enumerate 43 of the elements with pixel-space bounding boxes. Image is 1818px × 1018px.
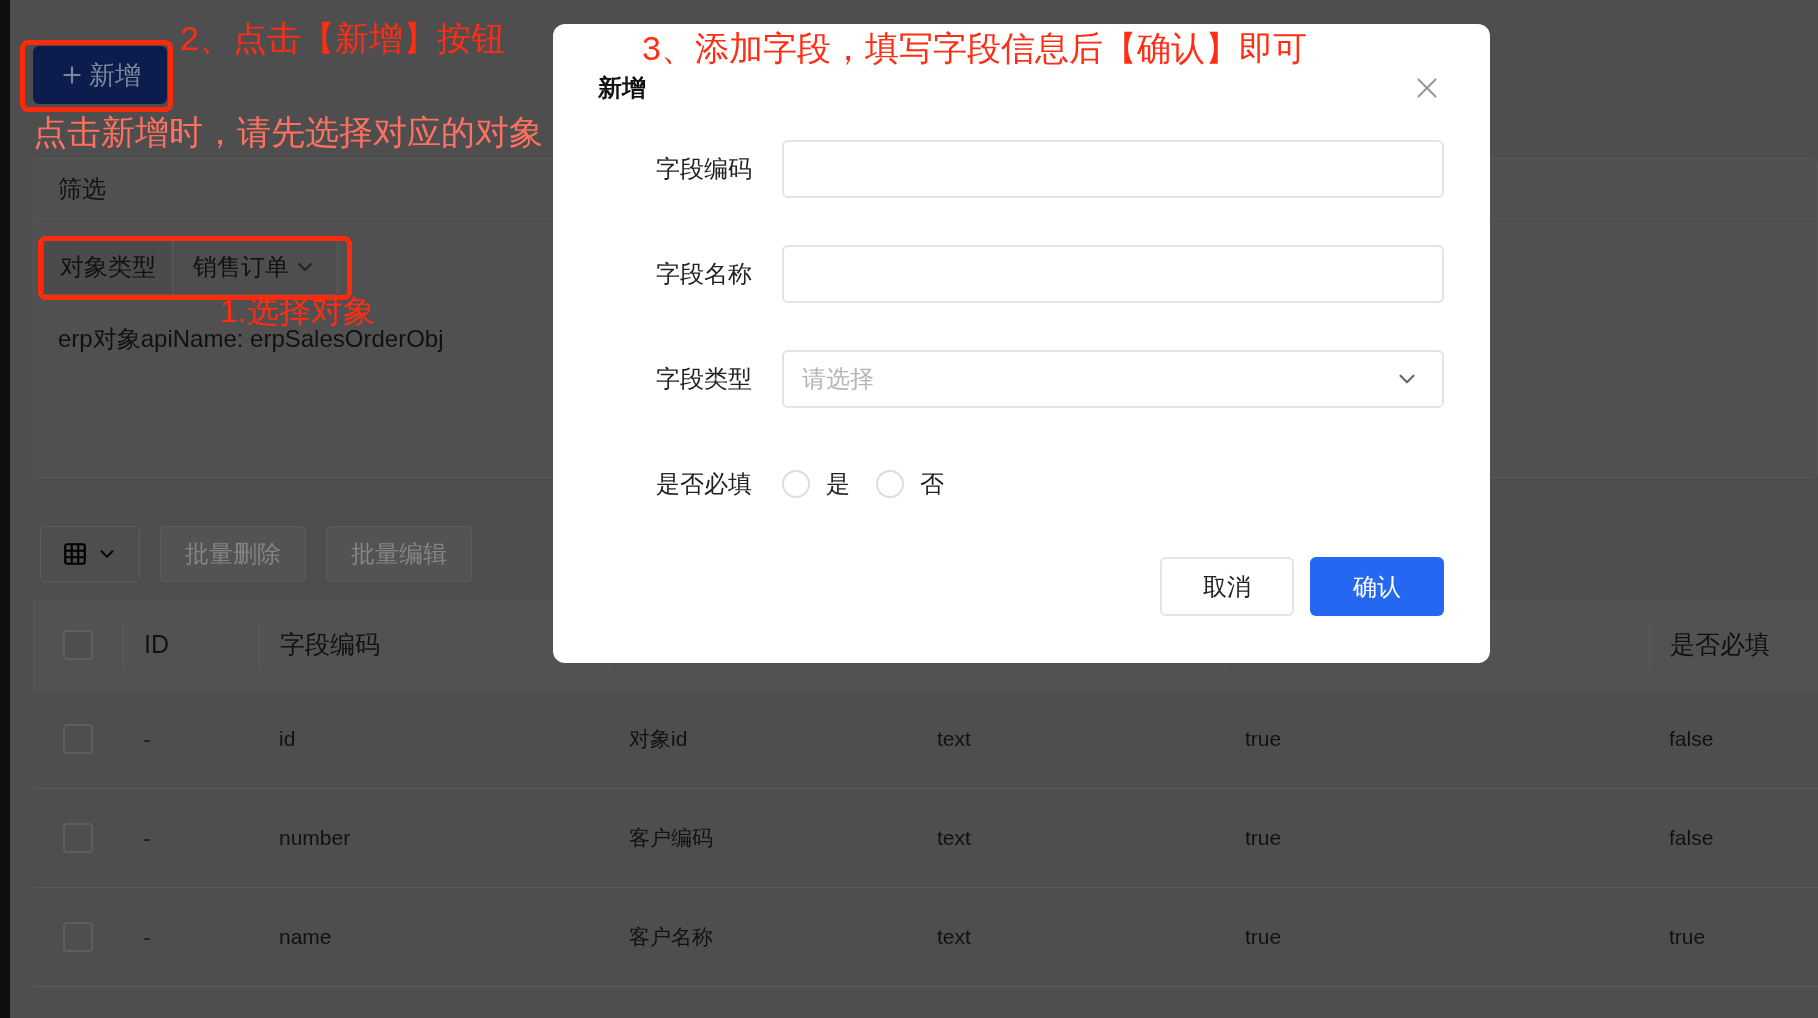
radio-option[interactable]: 是 (782, 466, 850, 502)
hint-text: 点击新增时，请先选择对应的对象 (33, 112, 543, 153)
object-type-select[interactable]: 对象类型 销售订单 (43, 239, 338, 295)
radio-button[interactable] (876, 470, 904, 498)
annotation-text: 1.选择对象 (220, 292, 375, 330)
column-header: ID (144, 629, 169, 661)
table-cell: true (1245, 826, 1282, 850)
confirm-button[interactable]: 确认 (1310, 557, 1444, 616)
column-settings-button[interactable] (40, 526, 140, 582)
annotation-text: 2、点击【新增】按钮 (180, 18, 505, 59)
input-field[interactable] (782, 245, 1444, 303)
column-header: 是否必填 (1670, 629, 1770, 661)
radio-option[interactable]: 否 (876, 466, 944, 502)
cancel-button[interactable]: 取消 (1160, 557, 1294, 616)
table-cell: text (937, 925, 971, 949)
field-label: 字段编码 (655, 154, 752, 184)
table-cell: true (1245, 727, 1282, 751)
dialog-title: 新增 (598, 73, 646, 103)
table-cell: number (279, 826, 351, 850)
add-button[interactable]: 新增 (33, 46, 167, 104)
table-cell: true (1245, 925, 1282, 949)
table-cell: text (937, 727, 971, 751)
table-cell: true (1669, 925, 1706, 949)
annotation-text: 3、添加字段，填写字段信息后【确认】即可 (642, 28, 1307, 68)
column-header: 字段编码 (280, 629, 380, 661)
table-cell: id (279, 727, 296, 751)
table-cell: false (1669, 826, 1714, 850)
table-cell: - (143, 824, 151, 851)
field-label: 字段类型 (655, 364, 752, 394)
filter-title: 筛选 (58, 173, 106, 204)
table-cell: - (143, 923, 151, 950)
grid-icon (62, 541, 88, 567)
table-cell: - (143, 725, 151, 752)
table-cell: name (279, 925, 332, 949)
table-cell: 客户名称 (629, 925, 713, 949)
radio-button[interactable] (782, 470, 810, 498)
table-cell: 对象id (629, 727, 688, 751)
field-label: 是否必填 (655, 469, 752, 499)
table-cell: false (1669, 727, 1714, 751)
table-cell: text (937, 826, 971, 850)
input-field[interactable] (782, 140, 1444, 198)
field-label: 字段名称 (655, 259, 752, 289)
table-cell: 客户编码 (629, 826, 713, 850)
